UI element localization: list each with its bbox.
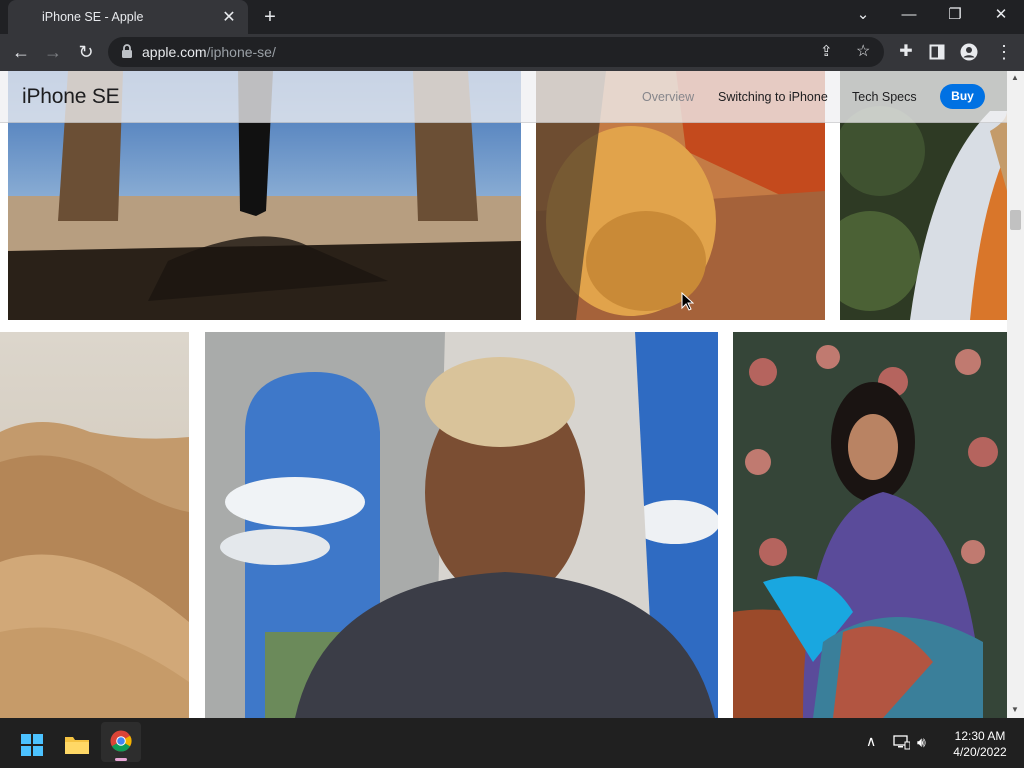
url-domain: apple.com bbox=[142, 44, 207, 60]
nav-link-switching-to-iphone[interactable]: Switching to iPhone bbox=[718, 90, 828, 104]
taskbar-date[interactable]: 4/20/2022 bbox=[945, 745, 1015, 759]
tab-close-icon[interactable]: ✕ bbox=[220, 7, 238, 27]
nav-link-overview[interactable]: Overview bbox=[642, 90, 694, 104]
menu-kebab-icon[interactable]: ⋮ bbox=[990, 38, 1018, 66]
mouse-cursor-icon bbox=[681, 292, 694, 311]
side-panel-icon[interactable] bbox=[929, 44, 945, 60]
photo-sand-dunes bbox=[0, 332, 189, 718]
close-window-button[interactable]: ✕ bbox=[978, 0, 1024, 32]
tab-strip: iPhone SE - Apple ✕ + ⌄ — ❐ ✕ bbox=[0, 0, 1024, 34]
apple-icon bbox=[18, 10, 32, 24]
url-text: apple.com/iphone-se/ bbox=[142, 44, 276, 60]
bookmark-star-icon[interactable]: ☆ bbox=[856, 41, 870, 61]
file-explorer-folder-icon[interactable] bbox=[64, 733, 90, 755]
buy-button[interactable]: Buy bbox=[940, 84, 985, 109]
reload-icon[interactable]: ↻ bbox=[72, 38, 100, 66]
extensions-puzzle-icon[interactable]: ✚ bbox=[892, 38, 920, 66]
profile-avatar-icon[interactable] bbox=[960, 43, 978, 61]
nav-link-tech-specs[interactable]: Tech Specs bbox=[852, 90, 917, 104]
tray-chevron-up-icon[interactable]: ∧ bbox=[866, 733, 876, 750]
taskbar-time[interactable]: 12:30 AM bbox=[950, 729, 1010, 743]
tab-search-chevron-down-icon[interactable]: ⌄ bbox=[840, 0, 886, 32]
web-page[interactable]: iPhone SE Overview Switching to iPhone T… bbox=[0, 71, 1007, 718]
photo-portrait-arches bbox=[205, 332, 718, 718]
active-app-indicator bbox=[115, 758, 127, 761]
share-icon[interactable]: ⇪ bbox=[820, 42, 833, 60]
minimize-button[interactable]: — bbox=[886, 0, 932, 32]
product-title[interactable]: iPhone SE bbox=[22, 85, 120, 109]
lock-icon bbox=[122, 44, 132, 58]
browser-toolbar: ← → ↻ apple.com/iphone-se/ ⇪ ☆ ✚ ⋮ bbox=[0, 34, 1024, 71]
chrome-icon bbox=[110, 730, 132, 752]
local-nav: iPhone SE Overview Switching to iPhone T… bbox=[0, 71, 1007, 123]
volume-speaker-icon[interactable]: 🔊︎ bbox=[917, 734, 926, 751]
back-arrow-icon[interactable]: ← bbox=[7, 38, 35, 66]
windows-taskbar: ∧ 🔊︎ 12:30 AM 4/20/2022 bbox=[0, 718, 1024, 768]
photo-floral-wallpaper bbox=[733, 332, 1007, 718]
scrollbar-thumb[interactable] bbox=[1010, 210, 1021, 230]
new-tab-button[interactable]: + bbox=[258, 5, 282, 29]
address-bar[interactable]: apple.com/iphone-se/ ⇪ ☆ bbox=[108, 37, 884, 67]
restore-button[interactable]: ❐ bbox=[932, 0, 978, 32]
forward-arrow-icon[interactable]: → bbox=[39, 38, 67, 66]
browser-tab[interactable]: iPhone SE - Apple ✕ bbox=[8, 0, 248, 34]
scroll-down-arrow-icon[interactable]: ▼ bbox=[1011, 705, 1019, 714]
scroll-up-arrow-icon[interactable]: ▲ bbox=[1011, 73, 1019, 82]
network-display-icon[interactable] bbox=[893, 735, 910, 750]
taskbar-item-chrome[interactable] bbox=[101, 722, 141, 762]
windows-start-icon[interactable] bbox=[21, 734, 43, 756]
page-scrollbar[interactable]: ▲ ▼ bbox=[1007, 71, 1024, 718]
tab-title: iPhone SE - Apple bbox=[42, 10, 144, 24]
url-path: /iphone-se/ bbox=[206, 44, 276, 60]
